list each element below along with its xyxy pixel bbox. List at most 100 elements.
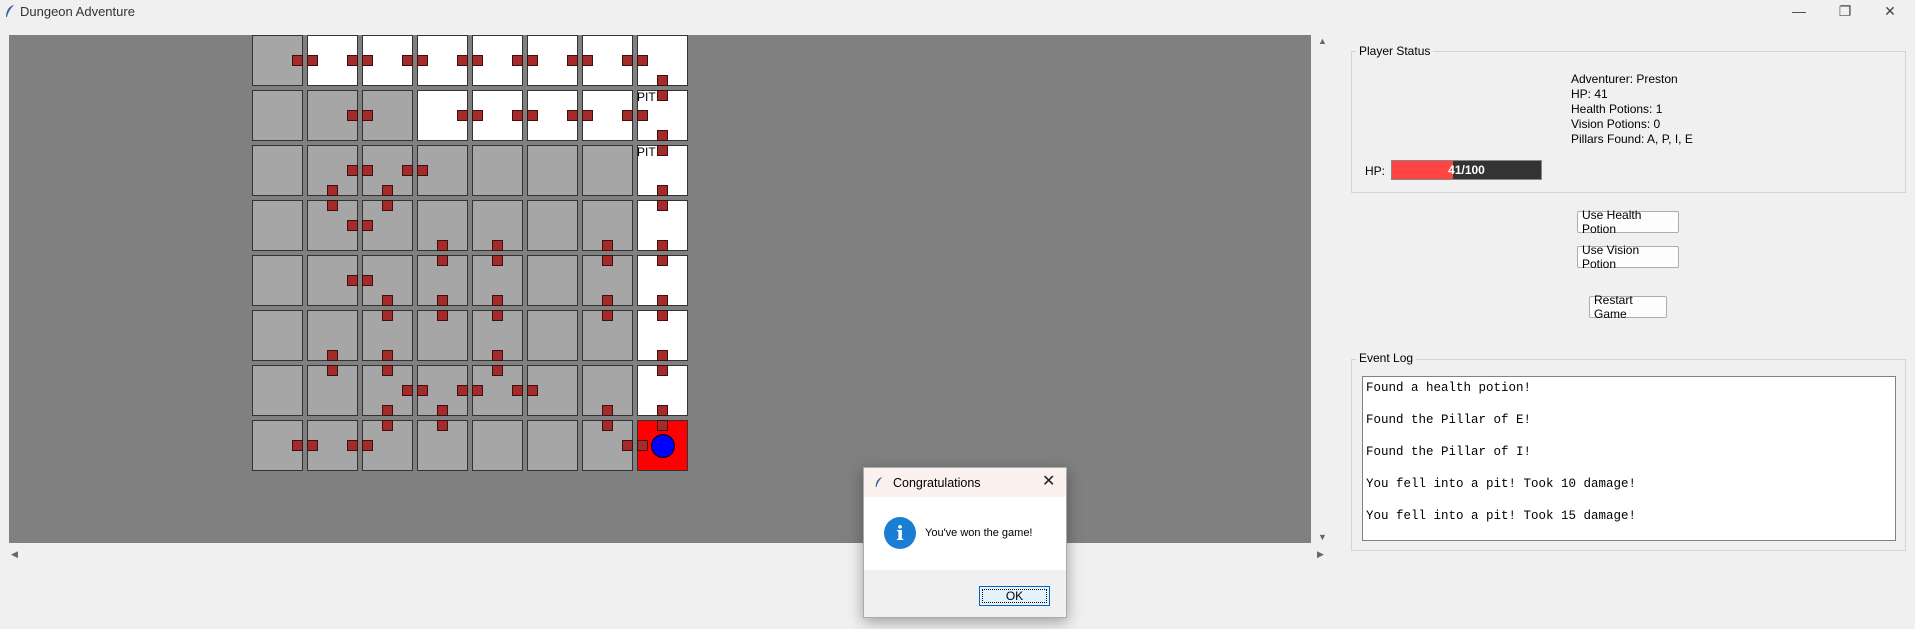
info-icon: i: [884, 517, 916, 549]
door-marker: [307, 440, 318, 451]
room-cell: [252, 310, 303, 361]
player-token: [651, 434, 675, 458]
door-marker: [347, 55, 358, 66]
event-log-textbox[interactable]: Found a health potion! Found the Pillar …: [1362, 376, 1896, 541]
feather-icon: [875, 477, 883, 487]
door-marker: [457, 385, 468, 396]
door-marker: [492, 365, 503, 376]
door-marker: [582, 55, 593, 66]
door-marker: [657, 145, 668, 156]
scroll-up-arrow-icon[interactable]: ▲: [1318, 37, 1327, 46]
door-marker: [347, 165, 358, 176]
room-cell: [527, 310, 578, 361]
door-marker: [307, 55, 318, 66]
door-marker: [327, 200, 338, 211]
door-marker: [437, 255, 448, 266]
door-marker: [637, 110, 648, 121]
hp-bar-label: HP:: [1365, 164, 1386, 178]
hp-bar: 41/100: [1391, 160, 1542, 180]
door-marker: [382, 420, 393, 431]
door-marker: [362, 110, 373, 121]
log-entry: You fell into a pit! Took 10 damage!: [1366, 477, 1637, 491]
door-marker: [402, 55, 413, 66]
door-marker: [382, 310, 393, 321]
scroll-down-arrow-icon[interactable]: ▼: [1318, 533, 1327, 542]
dungeon-map-canvas[interactable]: PIT PIT: [9, 35, 1311, 543]
door-marker: [362, 55, 373, 66]
dialog-title: Congratulations: [893, 476, 981, 490]
door-marker: [347, 275, 358, 286]
feather-icon: [6, 5, 14, 17]
door-marker: [602, 255, 613, 266]
door-marker: [512, 385, 523, 396]
close-icon: ✕: [1884, 2, 1896, 19]
dialog-close-icon[interactable]: ✕: [1042, 471, 1055, 491]
door-marker: [472, 55, 483, 66]
door-marker: [362, 220, 373, 231]
health-potions-count: Health Potions: 1: [1571, 102, 1663, 116]
door-marker: [657, 295, 668, 306]
room-cell: [472, 145, 523, 196]
door-marker: [657, 200, 668, 211]
door-marker: [362, 165, 373, 176]
log-entry: Found the Pillar of E!: [1366, 413, 1532, 427]
dialog-message: You've won the game!: [925, 527, 1033, 539]
door-marker: [602, 420, 613, 431]
door-marker: [417, 165, 428, 176]
door-marker: [492, 255, 503, 266]
ok-button[interactable]: OK: [979, 586, 1050, 606]
door-marker: [567, 55, 578, 66]
door-marker: [327, 365, 338, 376]
close-button[interactable]: ✕: [1870, 0, 1910, 22]
room-cell: [527, 420, 578, 471]
scroll-right-arrow-icon[interactable]: ▶: [1317, 550, 1324, 559]
room-cell: [252, 90, 303, 141]
window-title: Dungeon Adventure: [20, 4, 135, 19]
door-marker: [362, 275, 373, 286]
door-marker: [292, 440, 303, 451]
door-marker: [347, 220, 358, 231]
maximize-button[interactable]: ❐: [1825, 0, 1865, 22]
use-health-potion-button[interactable]: Use Health Potion: [1577, 208, 1679, 236]
door-marker: [622, 440, 633, 451]
event-log-title: Event Log: [1356, 351, 1417, 365]
use-vision-potion-button[interactable]: Use Vision Potion: [1577, 243, 1679, 271]
door-marker: [637, 55, 648, 66]
door-marker: [602, 310, 613, 321]
vertical-scrollbar[interactable]: ▲ ▼: [1313, 35, 1330, 545]
log-entry: Found the Pillar of I!: [1366, 445, 1532, 459]
door-marker: [492, 350, 503, 361]
door-marker: [657, 75, 668, 86]
door-marker: [382, 405, 393, 416]
pillars-found: Pillars Found: A, P, I, E: [1571, 132, 1693, 146]
player-status-title: Player Status: [1356, 44, 1434, 58]
door-marker: [492, 295, 503, 306]
minimize-icon: —: [1792, 3, 1806, 19]
door-marker: [327, 185, 338, 196]
door-marker: [347, 110, 358, 121]
door-marker: [417, 55, 428, 66]
door-marker: [602, 295, 613, 306]
door-marker: [382, 350, 393, 361]
log-entry: Found a health potion!: [1366, 381, 1532, 395]
hp-text: HP: 41: [1571, 87, 1608, 101]
door-marker: [472, 110, 483, 121]
door-marker: [657, 310, 668, 321]
minimize-button[interactable]: —: [1779, 0, 1819, 22]
door-marker: [362, 440, 373, 451]
door-marker: [382, 365, 393, 376]
door-marker: [657, 130, 668, 141]
door-marker: [527, 385, 538, 396]
door-marker: [472, 385, 483, 396]
door-marker: [567, 110, 578, 121]
door-marker: [657, 365, 668, 376]
door-marker: [527, 110, 538, 121]
door-marker: [492, 240, 503, 251]
scroll-left-arrow-icon[interactable]: ◀: [11, 550, 18, 559]
door-marker: [657, 255, 668, 266]
room-cell: [252, 365, 303, 416]
horizontal-scrollbar[interactable]: ◀ ▶: [9, 545, 1327, 565]
door-marker: [292, 55, 303, 66]
restart-game-button[interactable]: Restart Game: [1589, 293, 1667, 321]
room-cell: [527, 255, 578, 306]
